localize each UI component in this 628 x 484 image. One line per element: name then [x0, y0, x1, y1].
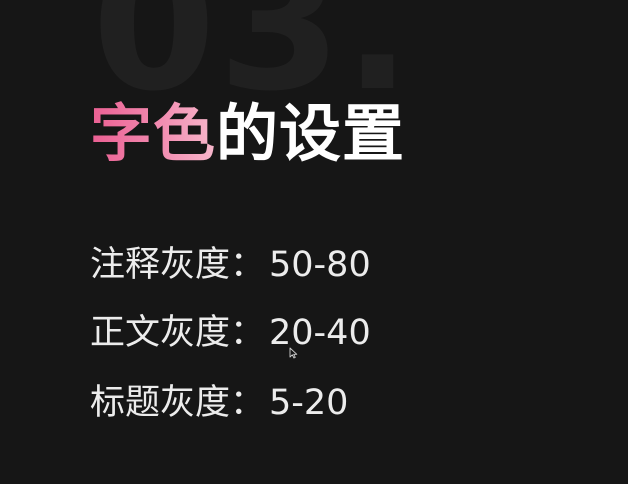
body-label: 正文灰度： [90, 313, 266, 353]
slide-title: 字色的设置 [90, 97, 406, 170]
annotation-label: 注释灰度： [90, 245, 266, 285]
slide: 03. 字色的设置 注释灰度： 50-80 正文灰度： 20-40 标题灰度： 5-2… [0, 0, 628, 484]
body-grayscale-line: 正文灰度： 20-40 [90, 316, 371, 351]
title-rest-text: 的设置 [216, 97, 406, 170]
mouse-pointer-icon [289, 347, 298, 359]
heading-value: 5-20 [269, 383, 349, 423]
heading-label: 标题灰度： [90, 383, 266, 423]
body-value: 20-40 [269, 313, 371, 353]
title-accent-text: 字色 [90, 97, 217, 170]
annotation-grayscale-line: 注释灰度： 50-80 [90, 248, 371, 283]
heading-grayscale-line: 标题灰度： 5-20 [90, 386, 348, 421]
annotation-value: 50-80 [269, 245, 371, 285]
